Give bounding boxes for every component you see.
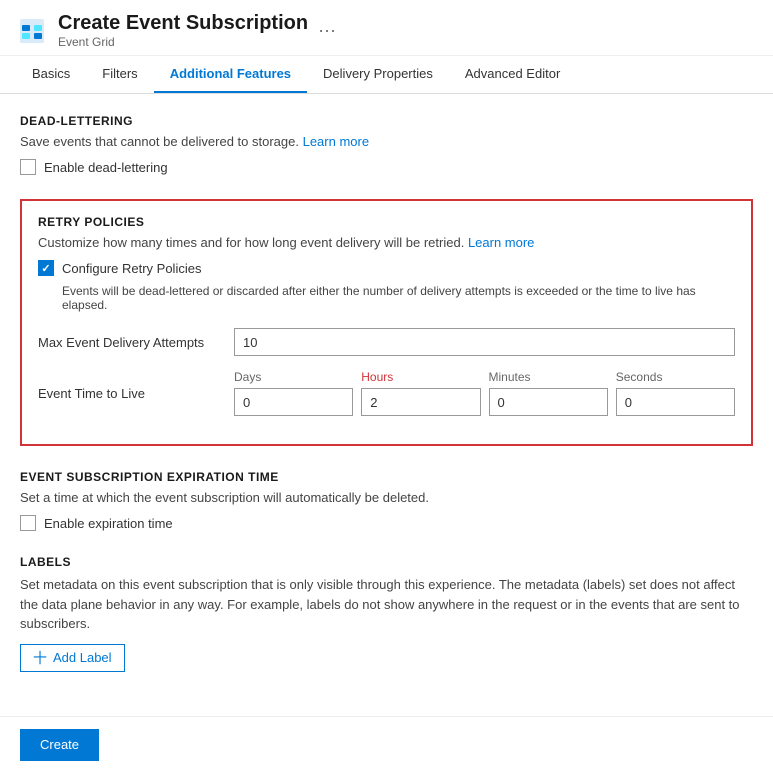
- minutes-label: Minutes: [489, 370, 608, 384]
- labels-title: LABELS: [20, 555, 753, 569]
- days-field: Days: [234, 370, 353, 416]
- dead-lettering-section: DEAD-LETTERING Save events that cannot b…: [20, 114, 753, 175]
- days-input[interactable]: [234, 388, 353, 416]
- page-header: Create Event Subscription Event Grid ···: [0, 0, 773, 56]
- minutes-input[interactable]: [489, 388, 608, 416]
- expiration-section: EVENT SUBSCRIPTION EXPIRATION TIME Set a…: [20, 470, 753, 531]
- seconds-input[interactable]: [616, 388, 735, 416]
- tab-bar: Basics Filters Additional Features Deliv…: [0, 56, 773, 94]
- tab-advanced-editor[interactable]: Advanced Editor: [449, 56, 576, 93]
- expiration-title: EVENT SUBSCRIPTION EXPIRATION TIME: [20, 470, 753, 484]
- max-attempts-input[interactable]: [234, 328, 735, 356]
- main-content: DEAD-LETTERING Save events that cannot b…: [0, 94, 773, 716]
- retry-policies-note: Events will be dead-lettered or discarde…: [62, 284, 735, 312]
- more-options-icon[interactable]: ···: [318, 20, 336, 41]
- add-label-icon: ⼗: [33, 648, 47, 668]
- header-text: Create Event Subscription Event Grid: [58, 12, 308, 49]
- expiration-desc: Set a time at which the event subscripti…: [20, 490, 753, 505]
- time-fields: Days Hours Minutes Seconds: [234, 370, 735, 416]
- dead-lettering-learn-more[interactable]: Learn more: [303, 134, 369, 149]
- seconds-field: Seconds: [616, 370, 735, 416]
- add-label-button[interactable]: ⼗ Add Label: [20, 644, 125, 672]
- tab-additional-features[interactable]: Additional Features: [154, 56, 307, 93]
- retry-policies-desc: Customize how many times and for how lon…: [38, 235, 735, 250]
- create-button[interactable]: Create: [20, 729, 99, 761]
- event-grid-icon: [16, 15, 48, 47]
- seconds-label: Seconds: [616, 370, 735, 384]
- expiration-checkbox-row: Enable expiration time: [20, 515, 753, 531]
- hours-field: Hours: [361, 370, 480, 416]
- page-title: Create Event Subscription: [58, 12, 308, 35]
- expiration-checkbox[interactable]: [20, 515, 36, 531]
- expiration-checkbox-label: Enable expiration time: [44, 516, 173, 531]
- days-label: Days: [234, 370, 353, 384]
- dead-lettering-title: DEAD-LETTERING: [20, 114, 753, 128]
- retry-policies-checkbox-label: Configure Retry Policies: [62, 261, 201, 276]
- page-footer: Create: [0, 716, 773, 773]
- tab-basics[interactable]: Basics: [16, 56, 86, 93]
- time-to-live-label: Event Time to Live: [38, 386, 218, 401]
- dead-lettering-desc: Save events that cannot be delivered to …: [20, 134, 753, 149]
- max-attempts-row: Max Event Delivery Attempts: [38, 328, 735, 356]
- labels-section: LABELS Set metadata on this event subscr…: [20, 555, 753, 672]
- time-to-live-row: Event Time to Live Days Hours Minutes Se…: [38, 370, 735, 416]
- labels-desc: Set metadata on this event subscription …: [20, 575, 753, 634]
- page-subtitle: Event Grid: [58, 35, 308, 49]
- minutes-field: Minutes: [489, 370, 608, 416]
- max-attempts-input-wrapper: [234, 328, 735, 356]
- retry-policies-checkbox[interactable]: [38, 260, 54, 276]
- tab-delivery-properties[interactable]: Delivery Properties: [307, 56, 449, 93]
- hours-label: Hours: [361, 370, 480, 384]
- dead-lettering-checkbox-row: Enable dead-lettering: [20, 159, 753, 175]
- add-label-text: Add Label: [53, 650, 112, 665]
- retry-policies-title: RETRY POLICIES: [38, 215, 735, 229]
- retry-policies-checkbox-row: Configure Retry Policies: [38, 260, 735, 276]
- hours-input[interactable]: [361, 388, 480, 416]
- retry-policies-section: RETRY POLICIES Customize how many times …: [20, 199, 753, 446]
- dead-lettering-checkbox[interactable]: [20, 159, 36, 175]
- dead-lettering-checkbox-label: Enable dead-lettering: [44, 160, 168, 175]
- tab-filters[interactable]: Filters: [86, 56, 153, 93]
- retry-policies-learn-more[interactable]: Learn more: [468, 235, 534, 250]
- max-attempts-label: Max Event Delivery Attempts: [38, 335, 218, 350]
